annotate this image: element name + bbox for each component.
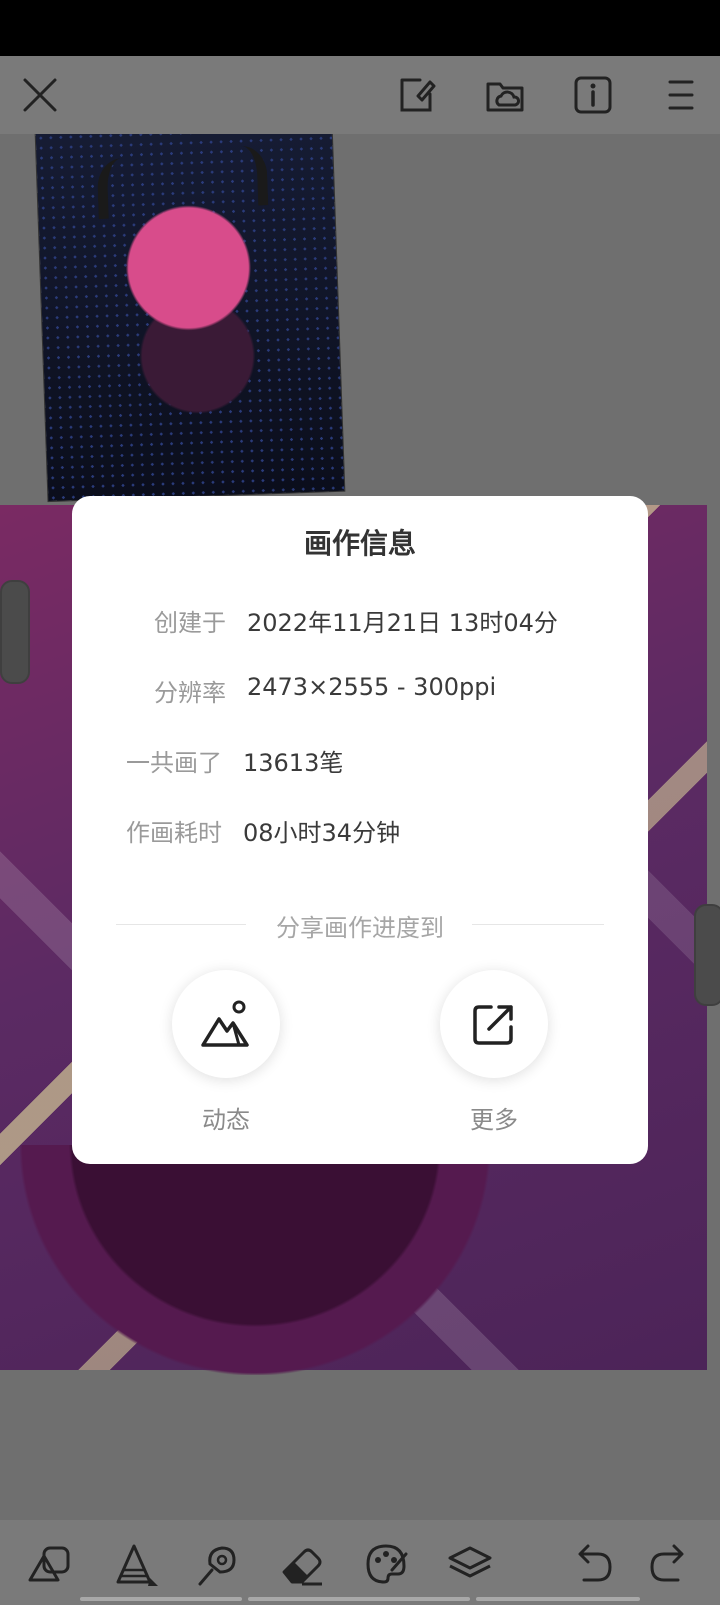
smudge-icon[interactable] — [194, 1540, 242, 1588]
info-row-resolution: 分辨率 2473×2555 - 300ppi — [72, 673, 648, 713]
undo-icon[interactable] — [568, 1540, 616, 1588]
eraser-icon[interactable] — [278, 1540, 326, 1588]
info-key: 分辨率 — [154, 679, 226, 707]
info-key: 作画耗时 — [126, 819, 222, 847]
reference-thumbnail[interactable] — [35, 122, 345, 502]
artwork-detail — [96, 157, 149, 220]
mountain-image-icon — [201, 1000, 249, 1047]
shape-select-icon[interactable] — [26, 1540, 74, 1588]
info-row-strokes: 一共画了 13613笔 — [72, 743, 648, 783]
document-edit-icon[interactable] — [394, 72, 440, 118]
artwork-dress — [20, 1145, 490, 1375]
share-moments-button[interactable] — [172, 970, 280, 1078]
redo-icon[interactable] — [646, 1540, 694, 1588]
share-more-button[interactable] — [440, 970, 548, 1078]
info-value: 13613笔 — [243, 749, 344, 777]
bottom-toolbar — [0, 1520, 720, 1605]
share-moments-label: 动态 — [202, 1106, 250, 1134]
menu-icon[interactable] — [658, 72, 704, 118]
folder-cloud-icon[interactable] — [482, 72, 528, 118]
info-icon[interactable] — [570, 72, 616, 118]
layers-icon[interactable] — [446, 1540, 494, 1588]
palette-icon[interactable] — [362, 1540, 410, 1588]
brush-icon[interactable] — [110, 1540, 158, 1588]
external-share-icon — [473, 1005, 513, 1045]
artwork-info-dialog: 画作信息 创建于 2022年11月21日 13时04分 分辨率 2473×255… — [72, 496, 648, 1164]
info-row-created: 创建于 2022年11月21日 13时04分 — [72, 603, 648, 643]
top-toolbar — [0, 56, 720, 134]
dialog-title: 画作信息 — [303, 527, 416, 560]
nav-gesture-bar — [80, 1597, 242, 1601]
info-key: 一共画了 — [126, 749, 222, 777]
nav-gesture-bar — [248, 1597, 470, 1601]
info-value: 08小时34分钟 — [243, 819, 401, 847]
right-slider-handle[interactable] — [694, 904, 720, 1006]
artwork-detail — [216, 145, 269, 207]
info-value: 2022年11月21日 13时04分 — [247, 609, 558, 637]
info-key: 创建于 — [154, 609, 226, 637]
close-icon[interactable] — [17, 72, 63, 118]
info-value: 2473×2555 - 300ppi — [247, 673, 497, 701]
left-slider-handle[interactable] — [0, 580, 30, 684]
info-row-duration: 作画耗时 08小时34分钟 — [72, 813, 648, 853]
nav-gesture-bar — [476, 1597, 640, 1601]
status-bar — [0, 0, 720, 56]
share-more-label: 更多 — [470, 1106, 518, 1134]
share-section-label: 分享画作进度到 — [276, 914, 444, 942]
